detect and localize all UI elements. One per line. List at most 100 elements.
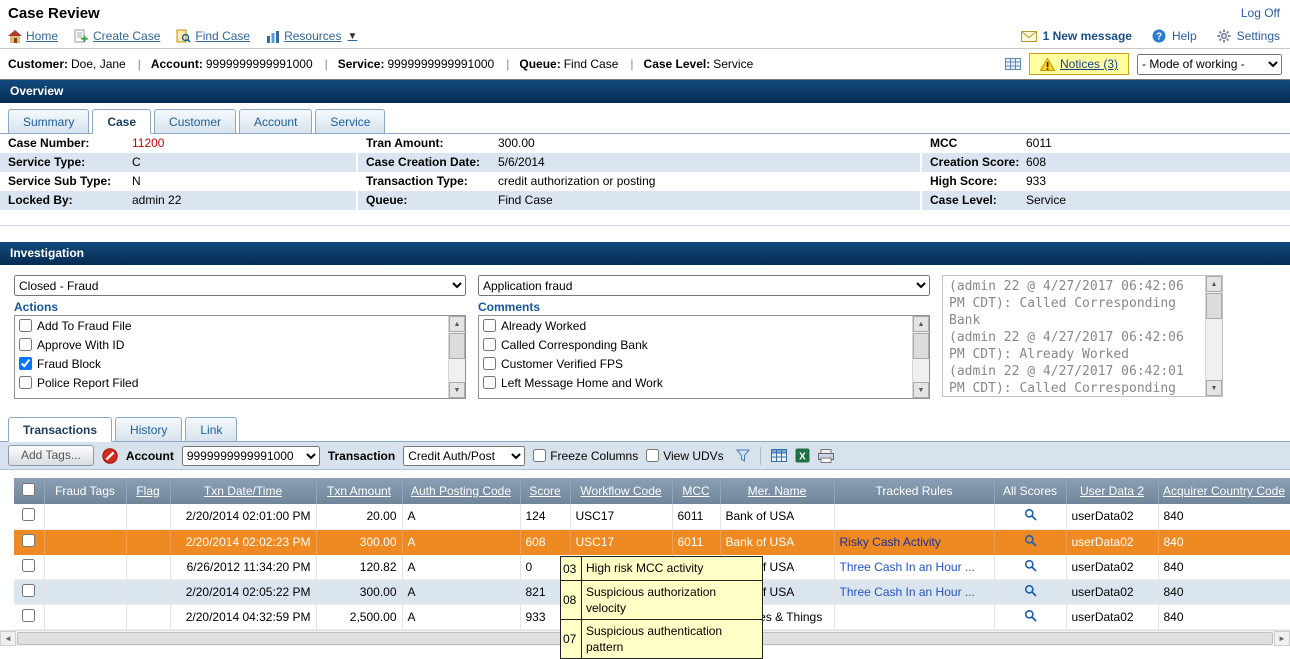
column-header-txn_amount[interactable]: Txn Amount bbox=[316, 478, 402, 504]
item-checkbox[interactable] bbox=[19, 357, 32, 370]
freeze-columns-toggle[interactable]: Freeze Columns bbox=[533, 449, 638, 463]
row-checkbox[interactable] bbox=[22, 508, 35, 521]
tracked-rule-link[interactable]: Risky Cash Activity bbox=[840, 535, 941, 549]
item-checkbox[interactable] bbox=[19, 338, 32, 351]
transaction-row[interactable]: 2/20/2014 02:01:00 PM20.00A124USC176011B… bbox=[14, 504, 1290, 529]
settings-link[interactable]: Settings bbox=[1237, 29, 1280, 43]
column-header-label[interactable]: Workflow Code bbox=[580, 484, 661, 498]
column-header-score[interactable]: Score bbox=[520, 478, 570, 504]
select-all-checkbox[interactable] bbox=[22, 483, 35, 496]
case-status-select[interactable]: Closed - Fraud bbox=[14, 275, 466, 296]
column-header-label[interactable]: Mer. Name bbox=[748, 484, 807, 498]
row-checkbox[interactable] bbox=[22, 559, 35, 572]
row-checkbox[interactable] bbox=[22, 609, 35, 622]
column-header-flag[interactable]: Flag bbox=[126, 478, 170, 504]
comments-scrollbar[interactable]: ▲ ▼ bbox=[912, 316, 929, 398]
scroll-down-icon[interactable]: ▼ bbox=[1206, 380, 1222, 396]
actions-scrollbar[interactable]: ▲ ▼ bbox=[448, 316, 465, 398]
transaction-select[interactable]: Credit Auth/Post bbox=[403, 446, 525, 466]
tracked-rule-link[interactable]: Three Cash In an Hour ... bbox=[840, 560, 975, 574]
print-icon[interactable] bbox=[818, 449, 834, 463]
all-scores-search-icon[interactable] bbox=[1024, 559, 1037, 572]
filter-icon[interactable] bbox=[736, 449, 750, 462]
tab-link[interactable]: Link bbox=[185, 417, 237, 442]
column-header-label[interactable]: Txn Date/Time bbox=[204, 484, 282, 498]
column-header-label[interactable]: User Data 2 bbox=[1080, 484, 1144, 498]
scroll-up-icon[interactable]: ▲ bbox=[1206, 276, 1222, 292]
checkbox-item[interactable]: Left Message Home and Work bbox=[479, 373, 912, 392]
column-header-label[interactable]: Score bbox=[529, 484, 560, 498]
checkbox-item[interactable]: Customer Verified FPS bbox=[479, 354, 912, 373]
all-scores-search-icon[interactable] bbox=[1024, 609, 1037, 622]
checkbox-item[interactable]: Fraud Block bbox=[15, 354, 448, 373]
all-scores-search-icon[interactable] bbox=[1024, 534, 1037, 547]
checkbox-item[interactable]: Approve With ID bbox=[15, 335, 448, 354]
checkbox-item[interactable]: Add To Fraud File bbox=[15, 316, 448, 335]
column-header-auth_code[interactable]: Auth Posting Code bbox=[402, 478, 520, 504]
scroll-down-icon[interactable]: ▼ bbox=[449, 382, 465, 398]
column-header-mer_name[interactable]: Mer. Name bbox=[720, 478, 834, 504]
item-checkbox[interactable] bbox=[19, 319, 32, 332]
excel-export-icon[interactable]: X bbox=[795, 448, 810, 463]
nav-find-case[interactable]: Find Case bbox=[176, 29, 250, 43]
column-header-label[interactable]: Flag bbox=[136, 484, 159, 498]
column-header-label[interactable]: MCC bbox=[682, 484, 709, 498]
all-scores-search-icon[interactable] bbox=[1024, 508, 1037, 521]
new-message-link[interactable]: 1 New message bbox=[1043, 29, 1132, 43]
mode-of-working-select[interactable]: - Mode of working - bbox=[1137, 54, 1282, 75]
fraud-type-select[interactable]: Application fraud bbox=[478, 275, 930, 296]
column-header-txn_datetime[interactable]: Txn Date/Time bbox=[170, 478, 316, 504]
item-checkbox[interactable] bbox=[483, 319, 496, 332]
tracked-rule-link[interactable]: Three Cash In an Hour ... bbox=[840, 585, 975, 599]
item-checkbox[interactable] bbox=[483, 357, 496, 370]
scrollbar-thumb[interactable] bbox=[449, 333, 465, 359]
add-tags-button[interactable]: Add Tags... bbox=[8, 445, 94, 466]
tab-account[interactable]: Account bbox=[239, 109, 312, 134]
tab-customer[interactable]: Customer bbox=[154, 109, 236, 134]
row-checkbox[interactable] bbox=[22, 534, 35, 547]
checkbox-item[interactable]: Called Corresponding Bank bbox=[479, 335, 912, 354]
table-view-icon[interactable] bbox=[771, 449, 787, 462]
view-udvs-toggle[interactable]: View UDVs bbox=[646, 449, 723, 463]
column-header-acquirer_country[interactable]: Acquirer Country Code bbox=[1158, 478, 1290, 504]
view-udvs-checkbox[interactable] bbox=[646, 449, 659, 462]
account-select[interactable]: 9999999999991000 bbox=[182, 446, 320, 466]
scroll-up-icon[interactable]: ▲ bbox=[913, 316, 929, 332]
nav-resources[interactable]: Resources ▼ bbox=[266, 29, 357, 43]
nav-home[interactable]: Home bbox=[8, 29, 58, 43]
column-header-workflow_code[interactable]: Workflow Code bbox=[570, 478, 672, 504]
grid-icon[interactable] bbox=[1005, 58, 1021, 70]
column-header-user_data2[interactable]: User Data 2 bbox=[1066, 478, 1158, 504]
scroll-right-icon[interactable]: ► bbox=[1274, 631, 1290, 646]
column-header-label[interactable]: Auth Posting Code bbox=[411, 484, 511, 498]
column-header-label[interactable]: Acquirer Country Code bbox=[1163, 484, 1285, 498]
nav-create-case[interactable]: Create Case bbox=[74, 29, 160, 43]
tab-case[interactable]: Case bbox=[92, 109, 151, 134]
item-checkbox[interactable] bbox=[483, 376, 496, 389]
tab-summary[interactable]: Summary bbox=[8, 109, 89, 134]
column-header-mcc[interactable]: MCC bbox=[672, 478, 720, 504]
freeze-columns-checkbox[interactable] bbox=[533, 449, 546, 462]
block-icon[interactable] bbox=[102, 448, 118, 464]
scrollbar-thumb[interactable] bbox=[1206, 293, 1222, 319]
log-scrollbar[interactable]: ▲ ▼ bbox=[1205, 276, 1222, 396]
scrollbar-thumb[interactable] bbox=[913, 333, 929, 359]
help-link[interactable]: Help bbox=[1172, 29, 1197, 43]
item-checkbox[interactable] bbox=[483, 338, 496, 351]
row-checkbox[interactable] bbox=[22, 584, 35, 597]
checkbox-item[interactable]: Already Worked bbox=[479, 316, 912, 335]
tab-service[interactable]: Service bbox=[315, 109, 385, 134]
tab-transactions[interactable]: Transactions bbox=[8, 417, 112, 442]
comments-listbox: Already WorkedCalled Corresponding BankC… bbox=[478, 315, 930, 399]
column-header-label[interactable]: Txn Amount bbox=[327, 484, 391, 498]
scroll-left-icon[interactable]: ◄ bbox=[0, 631, 16, 646]
tab-history[interactable]: History bbox=[115, 417, 182, 442]
transaction-row[interactable]: 2/20/2014 02:02:23 PM300.00A608USC176011… bbox=[14, 529, 1290, 554]
scroll-up-icon[interactable]: ▲ bbox=[449, 316, 465, 332]
notices-button[interactable]: Notices (3) bbox=[1029, 53, 1129, 75]
logoff-link[interactable]: Log Off bbox=[1241, 6, 1280, 20]
checkbox-item[interactable]: Police Report Filed bbox=[15, 373, 448, 392]
all-scores-search-icon[interactable] bbox=[1024, 584, 1037, 597]
scroll-down-icon[interactable]: ▼ bbox=[913, 382, 929, 398]
item-checkbox[interactable] bbox=[19, 376, 32, 389]
